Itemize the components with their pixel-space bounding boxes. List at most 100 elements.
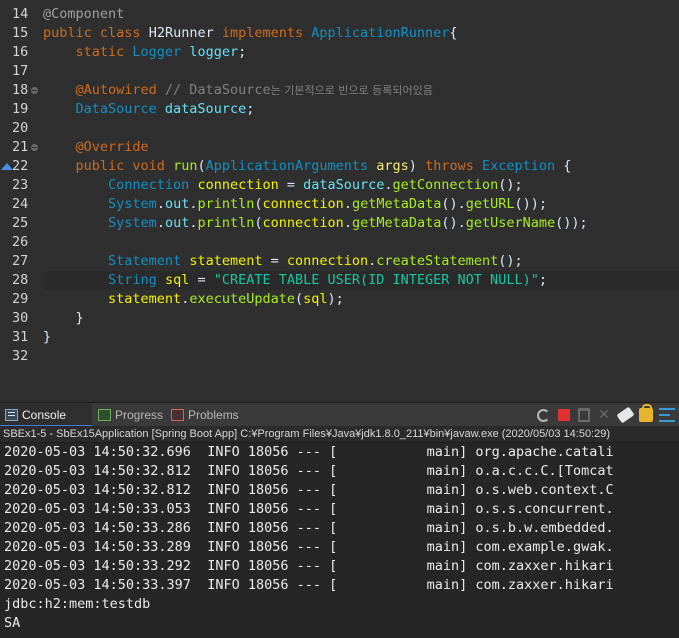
problems-icon xyxy=(171,409,184,421)
line-number: 20 xyxy=(0,119,42,138)
word-wrap-icon[interactable] xyxy=(659,408,675,422)
code-token: dataSource xyxy=(303,177,385,193)
code-token: @Autowired xyxy=(75,82,165,98)
code-token: Logger xyxy=(132,44,190,60)
console-line: 2020-05-03 14:50:32.812 INFO 18056 --- [… xyxy=(4,463,614,479)
code-token: ; xyxy=(538,272,547,288)
code-token: getMetaData xyxy=(351,196,442,212)
code-token: = xyxy=(189,272,214,288)
console-line: 2020-05-03 14:50:33.289 INFO 18056 --- [… xyxy=(4,539,614,555)
line-number: 29 xyxy=(0,290,42,309)
line-number-text: 24 xyxy=(12,196,29,212)
code-token: @Component xyxy=(43,6,125,22)
code-token: createStatement xyxy=(376,253,499,269)
tab-progress[interactable]: Progress xyxy=(93,403,165,427)
code-token: . xyxy=(384,177,393,193)
code-token: getMetaData xyxy=(351,215,442,231)
line-number-text: 18 xyxy=(12,82,29,98)
line-number: 24 xyxy=(0,195,42,214)
code-token: ( xyxy=(254,215,263,231)
console-line: 2020-05-03 14:50:33.053 INFO 18056 --- [… xyxy=(4,501,614,517)
scroll-lock-icon[interactable] xyxy=(639,404,653,422)
clear-console-icon[interactable] xyxy=(616,406,635,424)
remove-launch-icon[interactable] xyxy=(578,408,590,422)
code-token: ( xyxy=(295,291,304,307)
code-line: ​ xyxy=(43,347,679,366)
code-token: connection xyxy=(197,177,279,193)
line-number: 23 xyxy=(0,176,42,195)
code-token: (). xyxy=(441,215,466,231)
line-number: 28 xyxy=(0,271,42,290)
code-line: System.out.println(connection.getMetaDat… xyxy=(43,214,679,233)
code-token: public xyxy=(43,25,100,41)
code-token: out xyxy=(164,215,190,231)
line-number-text: 22 xyxy=(12,158,29,174)
code-token: connection xyxy=(262,196,344,212)
tab-problems[interactable]: Problems xyxy=(166,403,244,427)
line-number: 17 xyxy=(0,62,42,81)
code-token: } xyxy=(43,310,84,326)
code-line: DataSource dataSource; xyxy=(43,100,679,119)
line-number-text: 20 xyxy=(12,120,29,136)
tab-progress-label: Progress xyxy=(115,408,164,422)
code-token: logger xyxy=(189,44,239,60)
code-token: . xyxy=(156,196,165,212)
override-marker-icon[interactable] xyxy=(1,163,13,170)
progress-icon xyxy=(98,409,111,421)
code-token: Statement xyxy=(108,253,190,269)
fold-collapse-icon[interactable] xyxy=(31,87,38,94)
code-line: @Override xyxy=(43,138,679,157)
code-token: System xyxy=(108,196,157,212)
console-toolbar: ✕ xyxy=(537,403,675,427)
code-token: ); xyxy=(327,291,344,307)
code-token: getConnection xyxy=(392,177,499,193)
code-token: connection xyxy=(286,253,369,269)
code-token: (); xyxy=(498,177,523,193)
code-token: String xyxy=(108,272,165,288)
line-number-text: 32 xyxy=(12,348,29,364)
console-line: 2020-05-03 14:50:33.286 INFO 18056 --- [… xyxy=(4,520,614,536)
refresh-icon[interactable] xyxy=(537,408,550,422)
console-line: 2020-05-03 14:50:32.812 INFO 18056 --- [… xyxy=(4,482,614,498)
terminate-icon[interactable] xyxy=(558,409,570,421)
code-token: sql xyxy=(303,291,328,307)
code-token: executeUpdate xyxy=(189,291,295,307)
code-token: // DataSource xyxy=(164,82,271,98)
code-line: ​ xyxy=(43,233,679,252)
remove-all-terminated-icon[interactable]: ✕ xyxy=(596,407,612,423)
code-line: } xyxy=(43,328,679,347)
line-number-text: 30 xyxy=(12,310,29,326)
line-number: 21 xyxy=(0,138,42,157)
code-line: ​ xyxy=(43,119,679,138)
line-number: 32 xyxy=(0,347,42,366)
code-line: public class H2Runner implements Applica… xyxy=(43,24,679,43)
code-area[interactable]: @Component public class H2Runner implemen… xyxy=(43,5,679,366)
console-icon xyxy=(5,409,18,421)
code-token: Exception xyxy=(481,158,564,174)
code-line: static Logger logger; xyxy=(43,43,679,62)
code-line: Connection connection = dataSource.getCo… xyxy=(43,176,679,195)
code-line: @Autowired // DataSource는 기본적으로 빈으로 등록되어… xyxy=(43,81,679,100)
console-line: 2020-05-03 14:50:32.696 INFO 18056 --- [… xyxy=(4,444,614,460)
line-number-text: 23 xyxy=(12,177,29,193)
code-token: @Override xyxy=(75,139,149,155)
code-token: . xyxy=(156,215,165,231)
code-line: } xyxy=(43,309,679,328)
code-line: public void run(ApplicationArguments arg… xyxy=(43,157,679,176)
line-number-text: 17 xyxy=(12,63,29,79)
line-number: 22 xyxy=(0,157,42,176)
console-output[interactable]: 2020-05-03 14:50:32.696 INFO 18056 --- [… xyxy=(0,443,679,638)
tab-console[interactable]: Console xyxy=(0,403,92,427)
fold-collapse-icon[interactable] xyxy=(31,144,38,151)
code-token: ()); xyxy=(555,215,588,231)
line-number-text: 27 xyxy=(12,253,29,269)
code-line: System.out.println(connection.getMetaDat… xyxy=(43,195,679,214)
code-token: statement xyxy=(108,291,182,307)
line-number-text: 21 xyxy=(12,139,29,155)
code-editor[interactable]: 14 15 16 17 18 19 20 21 22 23 24 25 26 27 28 29 30 31 32 @… xyxy=(0,0,679,400)
code-token: Connection xyxy=(108,177,198,193)
